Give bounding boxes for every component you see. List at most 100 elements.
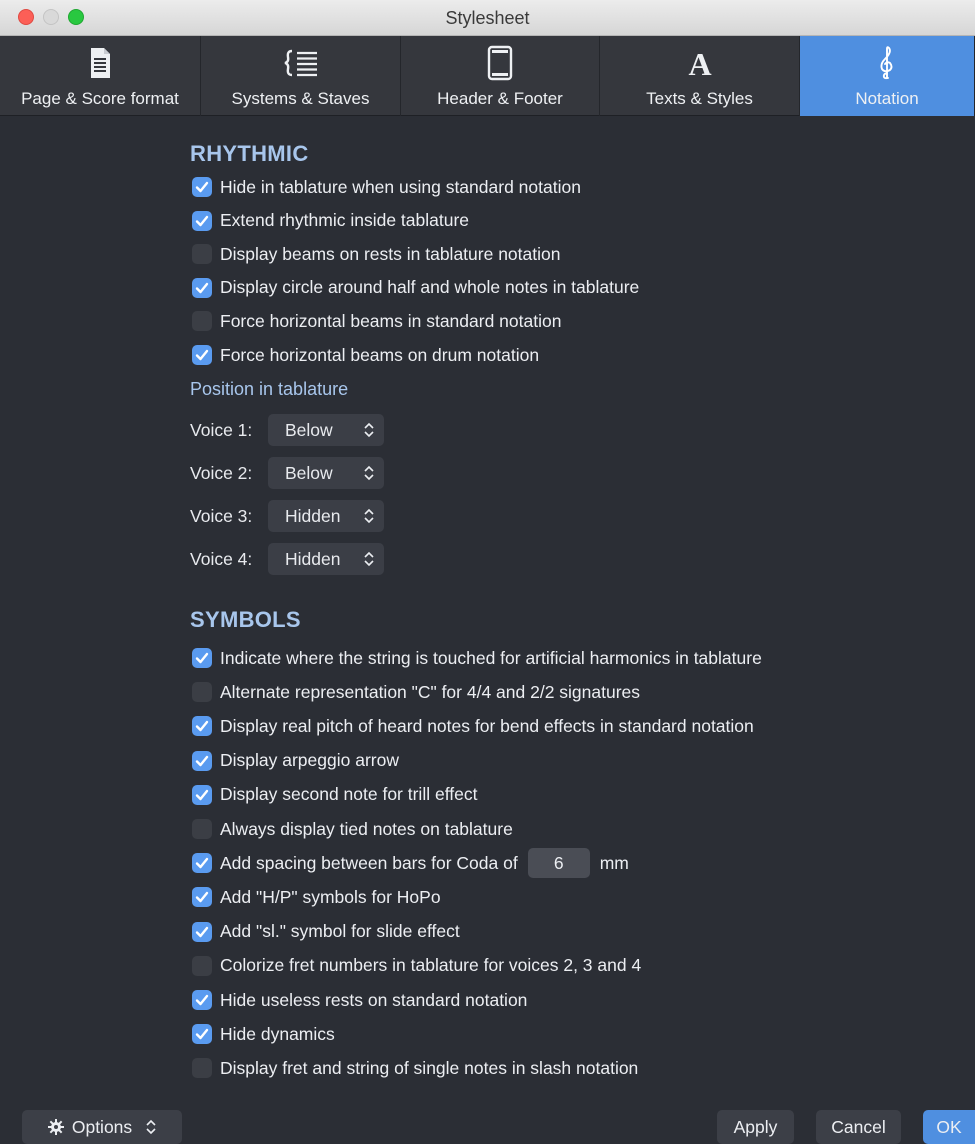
- checkbox[interactable]: [192, 311, 212, 332]
- option-label: Display arpeggio arrow: [220, 750, 399, 771]
- checkmark-icon: [195, 282, 209, 293]
- treble-clef-icon: [867, 44, 907, 82]
- select-value: Below: [285, 419, 333, 440]
- texts-icon: A: [680, 44, 720, 82]
- option-label: Hide in tablature when using standard no…: [220, 176, 581, 197]
- symbols-option-row[interactable]: Add "H/P" symbols for HoPo: [192, 884, 441, 910]
- option-label: Alternate representation "C" for 4/4 and…: [220, 681, 641, 702]
- checkbox[interactable]: [192, 345, 212, 365]
- rhythmic-option-row[interactable]: Hide in tablature when using standard no…: [192, 174, 581, 200]
- symbols-option-row[interactable]: Display real pitch of heard notes for be…: [192, 713, 754, 739]
- checkbox[interactable]: [192, 819, 212, 839]
- checkbox[interactable]: [192, 1024, 212, 1045]
- section-heading-symbols: SYMBOLS: [190, 607, 301, 632]
- rhythmic-option-row[interactable]: Force horizontal beams in standard notat…: [192, 308, 561, 334]
- rhythmic-option-row[interactable]: Extend rhythmic inside tablature: [192, 208, 469, 234]
- option-label: Hide useless rests on standard notation: [220, 989, 528, 1010]
- checkbox[interactable]: [192, 990, 212, 1010]
- symbols-option-row[interactable]: Display second note for trill effect: [192, 782, 477, 808]
- chevron-updown-icon: [146, 1119, 156, 1135]
- tab-header-footer[interactable]: Header & Footer: [401, 36, 600, 116]
- voice-position-select[interactable]: Hidden: [268, 543, 384, 575]
- checkbox[interactable]: [192, 750, 212, 771]
- checkbox[interactable]: [192, 784, 212, 805]
- header-footer-icon: [480, 44, 520, 82]
- tab-systems-staves[interactable]: Systems & Staves: [201, 36, 401, 116]
- voice-label: Voice 3:: [190, 505, 253, 526]
- apply-button[interactable]: Apply: [717, 1110, 794, 1144]
- rhythmic-option-row[interactable]: Display circle around half and whole not…: [192, 275, 639, 301]
- unit-label: mm: [599, 852, 629, 873]
- option-label: Colorize fret numbers in tablature for v…: [220, 955, 642, 976]
- checkmark-icon: [195, 181, 209, 193]
- voice-position-select[interactable]: Hidden: [268, 500, 384, 532]
- gear-icon: [47, 1119, 64, 1135]
- checkbox[interactable]: [192, 921, 212, 942]
- option-label: Display fret and string of single notes …: [220, 1057, 639, 1078]
- checkbox[interactable]: [192, 1058, 212, 1079]
- tab-texts-styles[interactable]: A Texts & Styles: [600, 36, 800, 116]
- checkbox[interactable]: [192, 177, 212, 197]
- tab-notation[interactable]: Notation: [800, 36, 975, 116]
- checkmark-icon: [195, 857, 209, 869]
- staves-icon: [281, 44, 321, 82]
- voice-position-row: Voice 4: Hidden: [190, 543, 384, 575]
- checkbox[interactable]: [192, 716, 212, 737]
- checkbox[interactable]: [192, 210, 212, 231]
- symbols-option-row[interactable]: Display fret and string of single notes …: [192, 1055, 638, 1081]
- option-label: Display real pitch of heard notes for be…: [220, 715, 754, 736]
- select-value: Below: [285, 462, 333, 483]
- voice-position-row: Voice 3: Hidden: [190, 500, 384, 532]
- checkmark-icon: [195, 721, 209, 732]
- checkbox[interactable]: [192, 955, 212, 976]
- voice-position-row: Voice 1: Below: [190, 414, 384, 446]
- rhythmic-option-row[interactable]: Force horizontal beams on drum notation: [192, 342, 539, 368]
- checkbox[interactable]: [192, 853, 212, 874]
- tab-label: Texts & Styles: [646, 89, 753, 108]
- symbols-option-row[interactable]: Indicate where the string is touched for…: [192, 645, 762, 671]
- coda-spacing-input[interactable]: 6: [527, 848, 590, 879]
- symbols-option-row[interactable]: Alternate representation "C" for 4/4 and…: [192, 679, 640, 705]
- checkmark-icon: [195, 789, 209, 800]
- voice-position-select[interactable]: Below: [268, 457, 384, 489]
- checkbox[interactable]: [192, 887, 212, 908]
- symbols-option-row[interactable]: Hide useless rests on standard notation: [192, 987, 527, 1013]
- voice-label: Voice 2:: [190, 462, 253, 483]
- select-value: Hidden: [285, 505, 341, 526]
- checkmark-icon: [195, 652, 209, 664]
- symbols-option-row[interactable]: Always display tied notes on tablature: [192, 816, 513, 842]
- cancel-button[interactable]: Cancel: [816, 1110, 901, 1144]
- tab-label: Page & Score format: [21, 89, 179, 108]
- ok-button[interactable]: OK: [923, 1110, 975, 1144]
- option-label: Force horizontal beams in standard notat…: [220, 310, 562, 331]
- checkmark-icon: [195, 755, 209, 766]
- option-label: Display second note for trill effect: [220, 784, 478, 805]
- option-label: Display beams on rests in tablature nota…: [220, 243, 561, 264]
- checkbox[interactable]: [192, 244, 212, 265]
- option-label: Display circle around half and whole not…: [220, 277, 640, 298]
- chevron-updown-icon: [364, 550, 374, 573]
- symbols-option-row[interactable]: Display arpeggio arrow: [192, 748, 399, 774]
- symbols-option-row[interactable]: Add spacing between bars for Coda of 6 mm: [192, 848, 629, 879]
- symbols-option-row[interactable]: Hide dynamics: [192, 1021, 335, 1047]
- voice-label: Voice 4:: [190, 548, 253, 569]
- checkbox[interactable]: [192, 682, 212, 703]
- checkbox[interactable]: [192, 277, 212, 298]
- option-label: Always display tied notes on tablature: [220, 818, 513, 839]
- tab-page-score-format[interactable]: Page & Score format: [0, 36, 201, 116]
- options-popup-button[interactable]: Options: [22, 1110, 182, 1144]
- options-label: Options: [71, 1116, 133, 1137]
- symbols-option-row[interactable]: Add "sl." symbol for slide effect: [192, 919, 460, 945]
- position-in-tablature-heading: Position in tablature: [190, 379, 349, 399]
- tab-label: Header & Footer: [437, 89, 563, 108]
- checkmark-icon: [195, 349, 209, 361]
- chevron-updown-icon: [364, 464, 374, 487]
- rhythmic-option-row[interactable]: Display beams on rests in tablature nota…: [192, 241, 560, 267]
- option-label: Force horizontal beams on drum notation: [220, 344, 540, 365]
- option-label: Indicate where the string is touched for…: [220, 647, 762, 668]
- voice-position-select[interactable]: Below: [268, 414, 384, 446]
- symbols-option-row[interactable]: Colorize fret numbers in tablature for v…: [192, 953, 641, 979]
- tab-label: Notation: [855, 89, 919, 108]
- checkbox[interactable]: [192, 648, 212, 668]
- window-title: Stylesheet: [445, 8, 530, 28]
